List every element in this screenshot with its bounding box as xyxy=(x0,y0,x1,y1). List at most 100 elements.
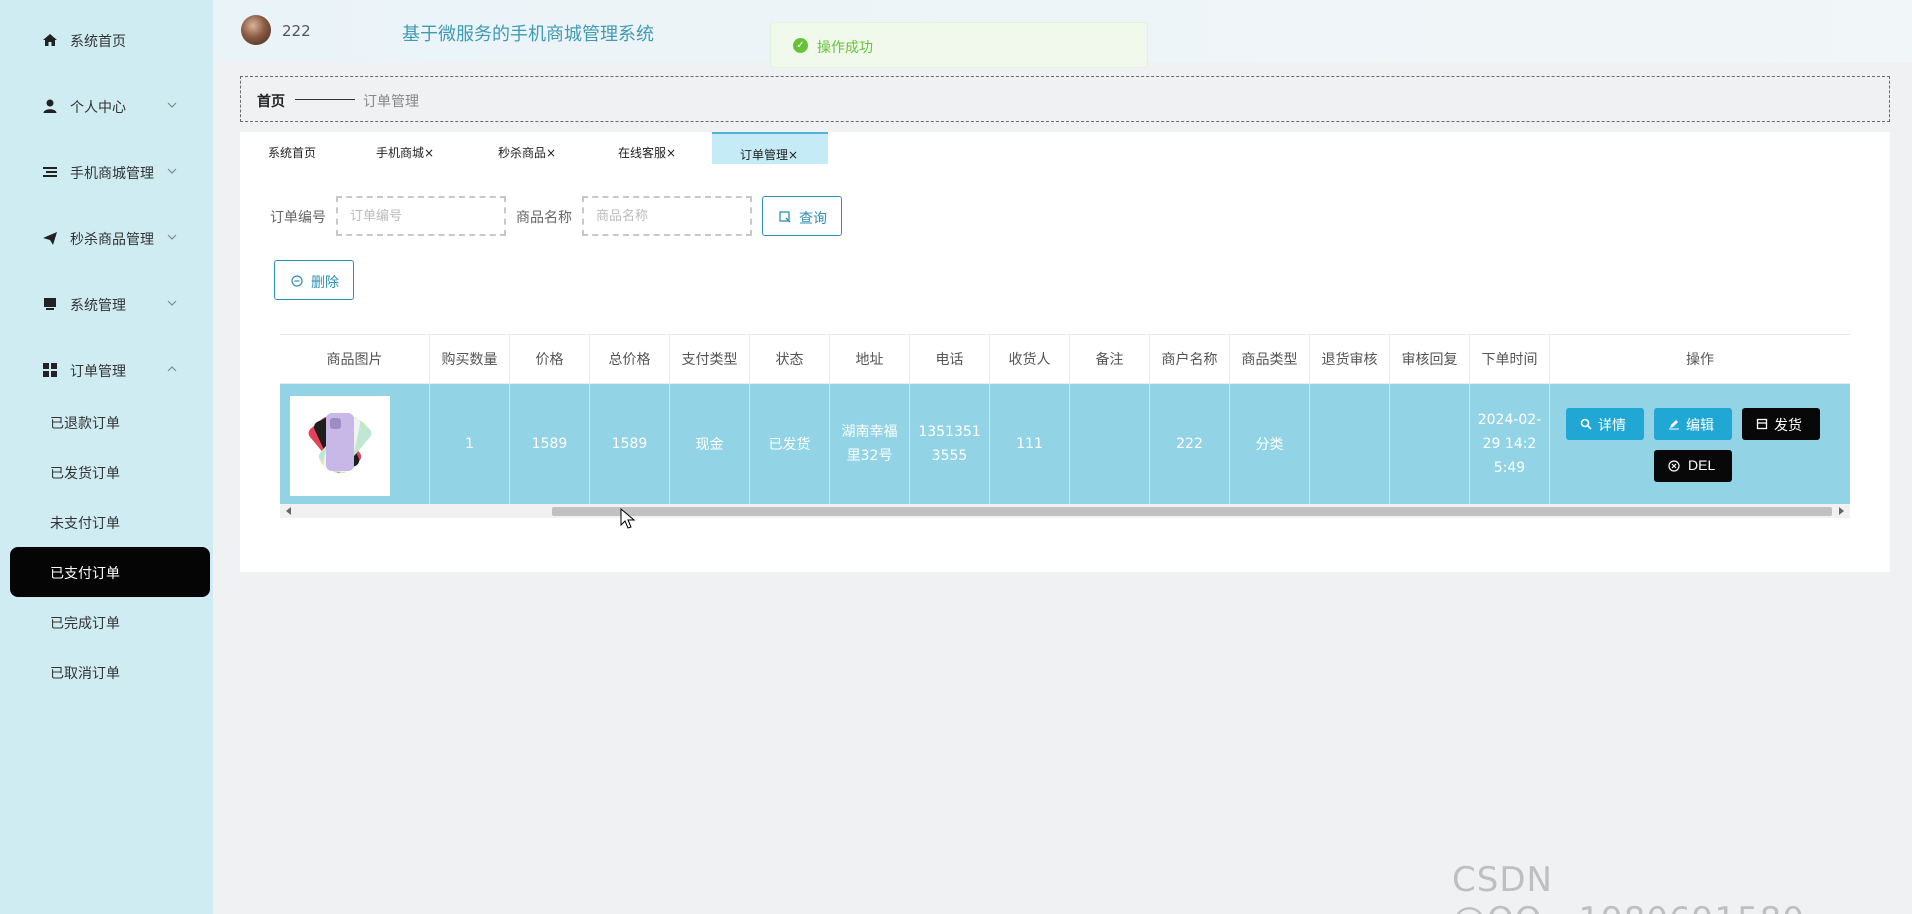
total-price-cell: 1589 xyxy=(590,384,670,504)
sidebar-item-label: 系统管理 xyxy=(70,298,126,314)
column-header: 操作 xyxy=(1686,352,1714,368)
ship-button-label: 发货 xyxy=(1774,417,1802,433)
column-header: 商品类型 xyxy=(1230,335,1310,385)
order-no-input[interactable] xyxy=(336,196,506,236)
chevron-up-icon xyxy=(167,366,177,372)
delete-button[interactable]: 删除 xyxy=(274,260,354,300)
tab-label: 系统首页 xyxy=(268,146,317,160)
detail-button-label: 详情 xyxy=(1598,417,1626,433)
submenu-paid-orders[interactable]: 已支付订单 xyxy=(10,547,210,597)
column-header: 商户名称 xyxy=(1150,335,1230,385)
tab-label: 订单管理× xyxy=(740,148,799,162)
sidebar-item-orders[interactable]: 订单管理 xyxy=(0,350,213,390)
pay-type-cell: 现金 xyxy=(670,384,750,504)
phone-text: 13513513555 xyxy=(918,424,981,464)
avatar[interactable] xyxy=(241,15,271,45)
phone-product-icon xyxy=(308,413,372,474)
sidebar-item-flash-sale[interactable]: 秒杀商品管理 xyxy=(0,218,213,258)
column-header: 状态 xyxy=(750,335,830,385)
chevron-down-icon xyxy=(167,168,177,174)
scroll-left-arrow-icon[interactable] xyxy=(286,507,291,515)
product-name-label: 商品名称 xyxy=(516,210,572,226)
sidebar-item-phone-mall[interactable]: 手机商城管理 xyxy=(0,152,213,192)
table-row[interactable]: 1 1589 1589 现金 已发货 湖南幸福里32号 13513513555 … xyxy=(280,384,1850,504)
close-circle-icon xyxy=(1668,460,1680,472)
del-button[interactable]: DEL xyxy=(1654,450,1732,482)
delete-button-label: 删除 xyxy=(311,274,339,290)
sidebar: 系统首页 个人中心 手机商城管理 秒杀商品管理 系统管理 订单管理 已退款订单 … xyxy=(0,0,213,914)
column-header: 电话 xyxy=(910,335,990,385)
column-header: 下单时间 xyxy=(1470,335,1550,385)
tab-online-service[interactable]: 在线客服× xyxy=(606,132,706,164)
del-button-label: DEL xyxy=(1688,457,1716,473)
submenu-unpaid-orders[interactable]: 未支付订单 xyxy=(10,497,210,547)
chevron-down-icon xyxy=(167,300,177,306)
sidebar-item-label: 个人中心 xyxy=(70,100,126,116)
order-time-cell: 2024-02-29 14:25:49 xyxy=(1470,384,1550,504)
edit-button[interactable]: 编辑 xyxy=(1654,408,1732,440)
breadcrumb: 首页 订单管理 xyxy=(240,76,1890,122)
horizontal-scrollbar[interactable] xyxy=(280,504,1850,518)
orders-table: 商品图片 购买数量 价格 总价格 支付类型 状态 地址 电话 收货人 备注 商户… xyxy=(280,334,1850,518)
submenu-completed-orders[interactable]: 已完成订单 xyxy=(10,597,210,647)
product-name-input[interactable] xyxy=(582,196,752,236)
remark-cell xyxy=(1070,384,1150,504)
check-circle-icon: ✓ xyxy=(793,38,808,53)
category-cell: 分类 xyxy=(1230,384,1310,504)
submenu-label: 已发货订单 xyxy=(50,466,120,482)
submenu-label: 已退款订单 xyxy=(50,416,120,432)
submenu-label: 未支付订单 xyxy=(50,516,120,532)
pencil-icon xyxy=(1669,420,1679,430)
column-header: 退货审核 xyxy=(1310,335,1390,385)
order-no-label: 订单编号 xyxy=(270,210,326,226)
column-header: 商品图片 xyxy=(280,335,430,385)
system-title: 基于微服务的手机商城管理系统 xyxy=(402,24,654,45)
tab-label: 手机商城× xyxy=(376,146,435,160)
tab-home[interactable]: 系统首页 xyxy=(256,132,346,164)
column-header: 总价格 xyxy=(590,335,670,385)
search-icon xyxy=(1580,418,1592,430)
address-text: 湖南幸福里32号 xyxy=(841,424,898,464)
query-button-label: 查询 xyxy=(799,210,827,226)
return-review-cell xyxy=(1310,384,1390,504)
merchant-cell: 222 xyxy=(1150,384,1230,504)
ship-button[interactable]: 发货 xyxy=(1742,408,1820,440)
price-cell: 1589 xyxy=(510,384,590,504)
grid-icon xyxy=(43,363,57,377)
mouse-cursor-icon xyxy=(620,508,636,529)
sidebar-item-home[interactable]: 系统首页 xyxy=(0,20,213,60)
product-image[interactable] xyxy=(290,396,390,496)
scroll-right-arrow-icon[interactable] xyxy=(1839,507,1844,515)
breadcrumb-home[interactable]: 首页 xyxy=(257,91,285,111)
scrollbar-thumb[interactable] xyxy=(552,507,1832,516)
monitor-icon xyxy=(44,298,56,310)
tab-flash-sale[interactable]: 秒杀商品× xyxy=(486,132,586,164)
receiver-cell: 111 xyxy=(990,384,1070,504)
tab-label: 秒杀商品× xyxy=(498,146,557,160)
sidebar-item-label: 手机商城管理 xyxy=(70,166,154,182)
submenu-shipped-orders[interactable]: 已发货订单 xyxy=(10,447,210,497)
chevron-down-icon xyxy=(167,234,177,240)
tab-label: 在线客服× xyxy=(618,146,677,160)
watermark: CSDN @QQ__1980691580 xyxy=(1452,860,1804,914)
address-cell: 湖南幸福里32号 xyxy=(830,384,910,504)
box-icon xyxy=(1756,418,1768,430)
tab-phone-mall[interactable]: 手机商城× xyxy=(366,132,466,164)
detail-button[interactable]: 详情 xyxy=(1566,408,1644,440)
column-header: 支付类型 xyxy=(670,335,750,385)
query-button[interactable]: 查询 xyxy=(762,196,842,236)
sidebar-item-system[interactable]: 系统管理 xyxy=(0,284,213,324)
edit-button-label: 编辑 xyxy=(1686,417,1714,433)
breadcrumb-current: 订单管理 xyxy=(363,94,419,110)
tab-order-management[interactable]: 订单管理× xyxy=(712,132,828,164)
submenu-label: 已完成订单 xyxy=(50,616,120,632)
submenu-refunded-orders[interactable]: 已退款订单 xyxy=(10,397,210,447)
column-header: 价格 xyxy=(510,335,590,385)
sidebar-item-personal[interactable]: 个人中心 xyxy=(0,86,213,126)
submenu-cancelled-orders[interactable]: 已取消订单 xyxy=(10,647,210,697)
status-cell: 已发货 xyxy=(750,384,830,504)
submenu-label: 已取消订单 xyxy=(50,666,120,682)
send-icon xyxy=(43,232,57,245)
order-time-text: 2024-02-29 14:25:49 xyxy=(1477,412,1542,476)
breadcrumb-separator xyxy=(295,99,355,100)
